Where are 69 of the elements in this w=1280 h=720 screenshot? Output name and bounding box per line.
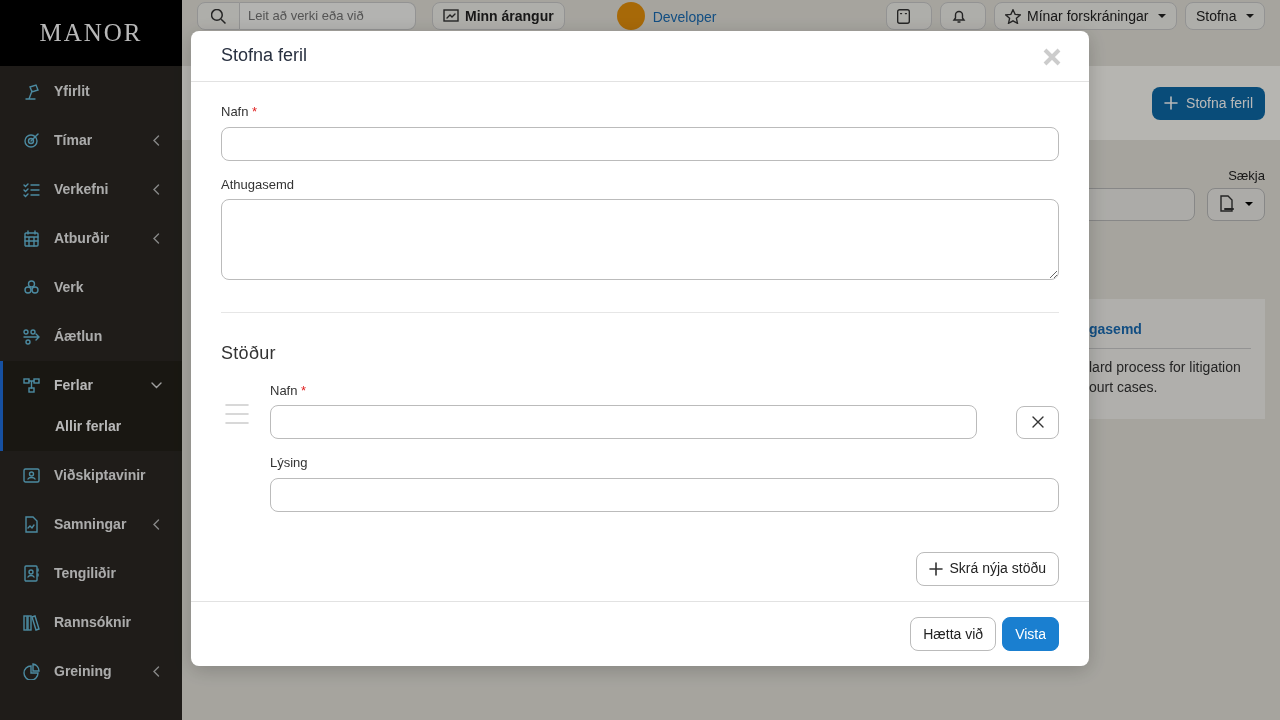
chevron-icon xyxy=(151,184,162,195)
chevron-icon xyxy=(151,233,162,244)
textarea-field[interactable] xyxy=(221,199,1059,280)
target-icon xyxy=(23,132,40,149)
search-icon xyxy=(211,8,226,24)
close-icon xyxy=(1030,415,1045,430)
field-label: Lýsing xyxy=(270,454,309,473)
export-label: Sækja xyxy=(1228,167,1265,185)
chevron-icon xyxy=(151,380,162,391)
calendar-icon xyxy=(23,230,40,247)
modal-title: Stofna feril xyxy=(221,45,308,67)
sidebar-item[interactable]: Viðskiptavinir xyxy=(0,451,182,500)
chevron-icon xyxy=(151,135,162,146)
process-description: lard process for litigation ourt cases. xyxy=(1089,357,1242,397)
flow-icon xyxy=(23,328,40,345)
document-icon xyxy=(23,516,40,533)
export-dropdown[interactable] xyxy=(1207,187,1265,221)
books-icon xyxy=(23,614,40,631)
notifications-button[interactable] xyxy=(940,2,986,30)
create-dropdown[interactable]: Stofna xyxy=(1184,2,1265,30)
search-field[interactable]: Leit að verki eða við xyxy=(240,2,416,30)
results-button[interactable]: Minn árangur xyxy=(432,2,565,30)
sidebar-item[interactable]: Verk xyxy=(0,263,182,312)
sidebar-subitem[interactable]: Allir ferlar xyxy=(3,410,182,451)
sidebar-item[interactable]: Yfirlit xyxy=(0,67,182,116)
chart-icon xyxy=(443,8,459,24)
checklist-icon xyxy=(23,181,40,198)
sidebar-item[interactable]: Áætlun xyxy=(0,312,182,361)
lamp-icon xyxy=(23,83,40,100)
field-label: Nafn * xyxy=(270,381,308,400)
sidebar-item[interactable]: Ferlar xyxy=(3,361,182,410)
search-button[interactable] xyxy=(197,2,240,30)
create-process-button[interactable]: Stofna feril xyxy=(1152,86,1265,120)
sidebar-item[interactable]: Samningar xyxy=(0,500,182,549)
avatar xyxy=(616,2,645,30)
star-icon xyxy=(1005,8,1021,24)
calculator-button[interactable] xyxy=(886,2,932,30)
remove-button[interactable] xyxy=(1016,405,1059,439)
input-field[interactable] xyxy=(270,477,1059,512)
field-label: Nafn * xyxy=(221,103,259,121)
favorites-dropdown[interactable]: Mínar forskráningar xyxy=(994,2,1177,30)
logo: MANOR xyxy=(0,0,182,66)
sidebar-item[interactable]: Verkefni xyxy=(0,165,182,214)
spreadsheet-file-icon xyxy=(1218,195,1235,213)
sidebar-item[interactable]: Atburðir xyxy=(0,214,182,263)
drag-handle-icon xyxy=(225,402,249,425)
add-status-button[interactable]: Skrá nýja stöðu xyxy=(915,551,1059,586)
sidebar-item[interactable]: Greining xyxy=(0,647,182,696)
cubes-icon xyxy=(23,279,40,296)
cancel-button[interactable]: Hætta við xyxy=(910,617,997,651)
bell-icon xyxy=(951,8,967,24)
contacts-card-icon xyxy=(23,467,40,484)
field-label: Athugasemd xyxy=(221,175,295,194)
plus-icon xyxy=(1164,96,1179,110)
sidebar-item[interactable]: Rannsóknir xyxy=(0,598,182,647)
input-field[interactable] xyxy=(221,126,1059,161)
chevron-icon xyxy=(151,666,162,677)
user-link[interactable]: Developer xyxy=(652,7,717,28)
hierarchy-icon xyxy=(23,377,40,394)
sidebar-item[interactable]: Tímar xyxy=(0,116,182,165)
pie-chart-icon xyxy=(23,663,40,680)
plus-icon xyxy=(928,561,943,576)
save-button[interactable]: Vista xyxy=(1002,617,1059,651)
section-title: Stöður xyxy=(221,343,277,365)
chevron-icon xyxy=(151,519,162,530)
input-field[interactable] xyxy=(270,405,977,440)
sidebar-item[interactable]: Tengiliðir xyxy=(0,549,182,598)
address-book-icon xyxy=(23,565,40,582)
calculator-icon xyxy=(897,8,910,24)
